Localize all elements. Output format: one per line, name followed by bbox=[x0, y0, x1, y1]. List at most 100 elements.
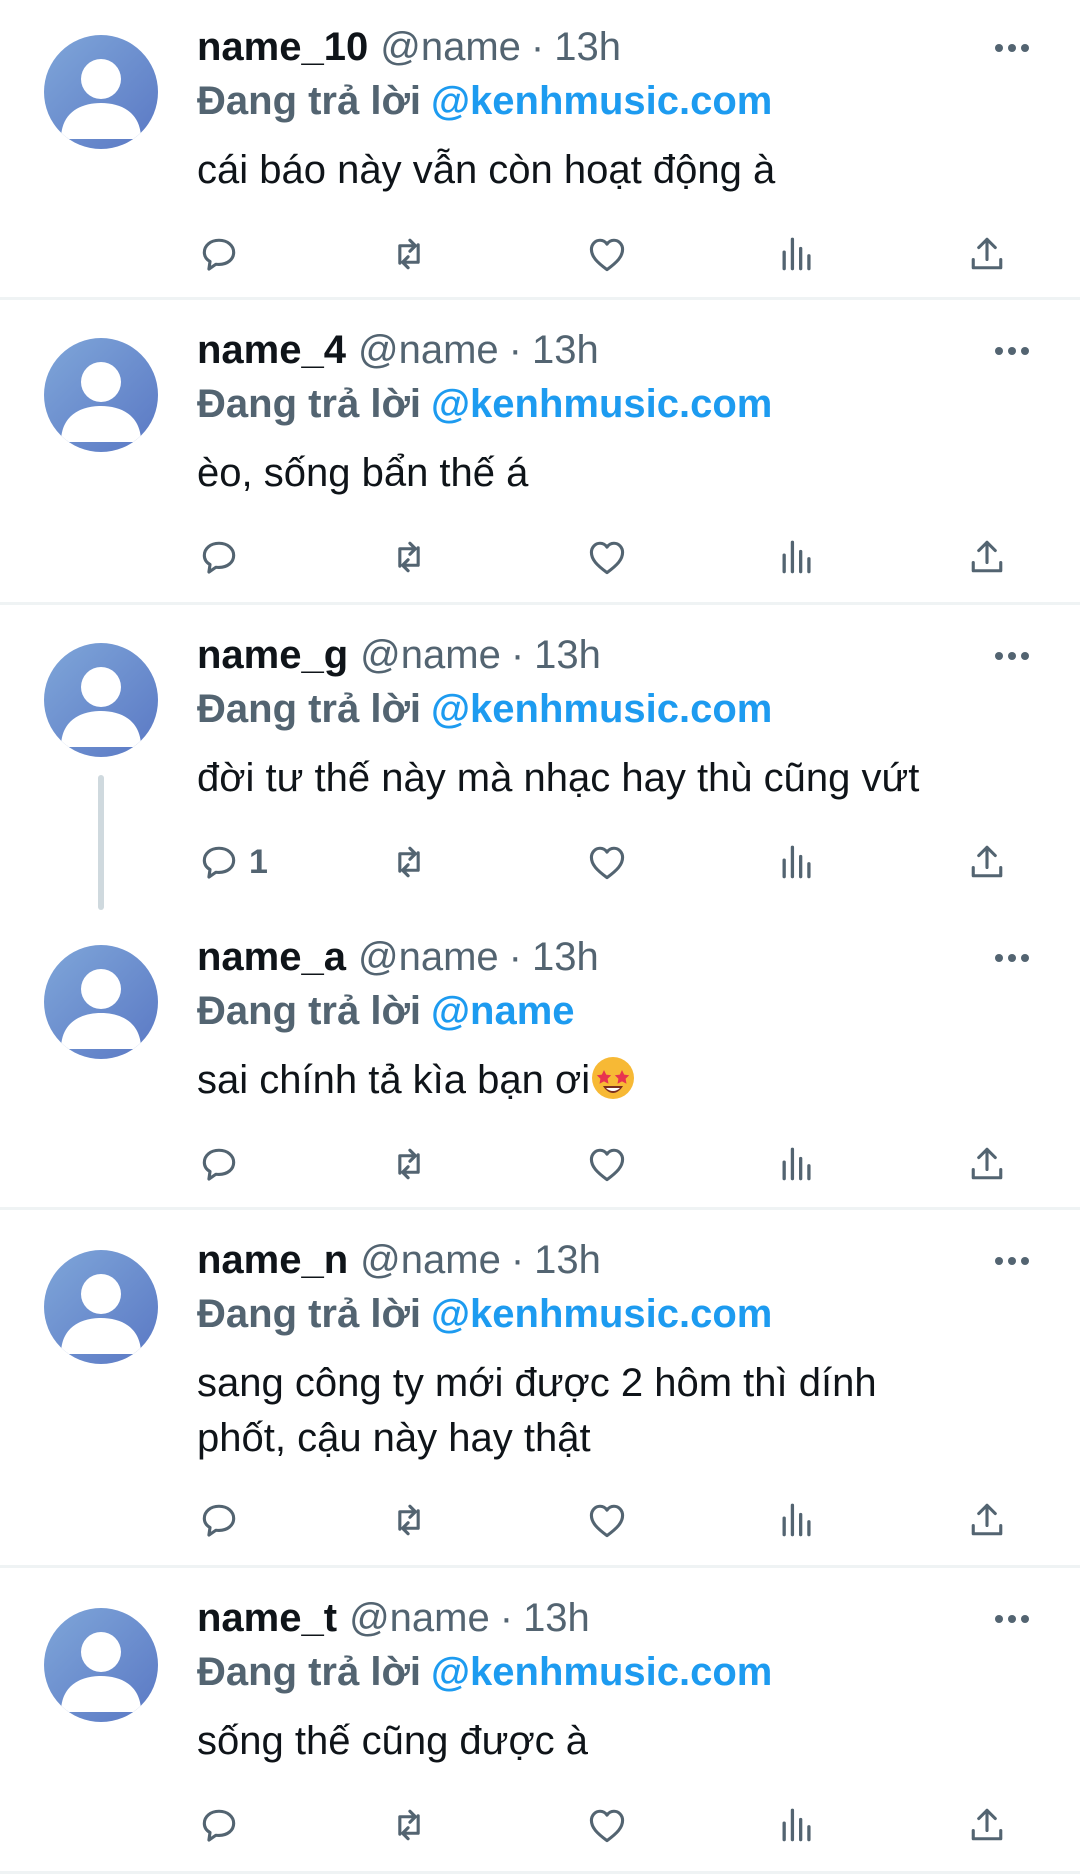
views-icon bbox=[782, 540, 811, 574]
share-icon bbox=[971, 540, 1003, 573]
tweet-header: name_10 @name · 13h bbox=[197, 22, 621, 72]
user-handle[interactable]: @name bbox=[360, 1235, 501, 1285]
views-button[interactable] bbox=[775, 1797, 819, 1853]
retweet-button[interactable] bbox=[387, 1492, 431, 1548]
tweet-3[interactable]: name_g @name · 13h Đang trả lời @kenhmusi… bbox=[0, 605, 1080, 910]
tweet-text: đời tư thế này mà nhạc hay thù cũng vứt bbox=[197, 756, 920, 800]
replying-to-handle[interactable]: @name bbox=[431, 989, 575, 1033]
user-handle[interactable]: @name bbox=[358, 932, 499, 982]
display-name[interactable]: name_a bbox=[197, 932, 346, 982]
like-button[interactable] bbox=[585, 1136, 629, 1192]
share-button[interactable] bbox=[965, 834, 1009, 890]
tweet-6[interactable]: name_t @name · 13h Đang trả lời @kenhmusi… bbox=[0, 1568, 1080, 1874]
share-button[interactable] bbox=[965, 529, 1009, 585]
more-options-button[interactable] bbox=[982, 331, 1042, 371]
timestamp[interactable]: 13h bbox=[554, 22, 621, 72]
retweet-button[interactable] bbox=[387, 529, 431, 585]
avatar[interactable] bbox=[44, 945, 158, 1059]
replying-to-handle[interactable]: @kenhmusic.com bbox=[431, 382, 772, 426]
more-options-button[interactable] bbox=[982, 1241, 1042, 1281]
reply-icon bbox=[202, 238, 236, 271]
tweet-2[interactable]: name_4 @name · 13h Đang trả lời @kenhmusi… bbox=[0, 300, 1080, 605]
retweet-button[interactable] bbox=[387, 1797, 431, 1853]
user-handle[interactable]: @name bbox=[360, 630, 501, 680]
like-button[interactable] bbox=[585, 1797, 629, 1853]
retweet-icon bbox=[398, 1504, 420, 1536]
more-options-button[interactable] bbox=[982, 636, 1042, 676]
timestamp[interactable]: 13h bbox=[532, 932, 599, 982]
share-button[interactable] bbox=[965, 226, 1009, 282]
views-button[interactable] bbox=[775, 834, 819, 890]
replying-label: Đang trả lời bbox=[197, 989, 422, 1033]
retweet-icon bbox=[398, 541, 420, 573]
tweet-4[interactable]: name_a @name · 13h Đang trả lời @name sai… bbox=[0, 910, 1080, 1210]
more-options-button[interactable] bbox=[982, 28, 1042, 68]
replying-to-handle[interactable]: @kenhmusic.com bbox=[431, 1650, 772, 1694]
views-icon bbox=[782, 1808, 811, 1842]
timestamp[interactable]: 13h bbox=[534, 630, 601, 680]
more-options-button[interactable] bbox=[982, 1599, 1042, 1639]
default-avatar-icon bbox=[44, 945, 158, 1059]
star-struck-emoji-icon bbox=[590, 1055, 636, 1101]
views-button[interactable] bbox=[775, 1136, 819, 1192]
more-options-icon bbox=[995, 347, 1029, 355]
display-name[interactable]: name_4 bbox=[197, 325, 346, 375]
replying-to-line: Đang trả lời @kenhmusic.com bbox=[197, 1289, 772, 1339]
reply-button[interactable]: 1 bbox=[197, 834, 268, 890]
views-button[interactable] bbox=[775, 1492, 819, 1548]
display-name[interactable]: name_n bbox=[197, 1235, 348, 1285]
more-options-button[interactable] bbox=[982, 938, 1042, 978]
replying-to-handle[interactable]: @kenhmusic.com bbox=[431, 1292, 772, 1336]
timestamp[interactable]: 13h bbox=[523, 1593, 590, 1643]
avatar[interactable] bbox=[44, 338, 158, 452]
avatar[interactable] bbox=[44, 35, 158, 149]
views-button[interactable] bbox=[775, 226, 819, 282]
like-button[interactable] bbox=[585, 529, 629, 585]
like-button[interactable] bbox=[585, 226, 629, 282]
avatar[interactable] bbox=[44, 643, 158, 757]
tweet-text: èo, sống bẩn thế á bbox=[197, 451, 529, 495]
user-handle[interactable]: @name bbox=[358, 325, 499, 375]
reply-button[interactable] bbox=[197, 1797, 249, 1853]
replying-to-handle[interactable]: @kenhmusic.com bbox=[431, 79, 772, 123]
tweet-header: name_n @name · 13h bbox=[197, 1235, 601, 1285]
reply-button[interactable] bbox=[197, 1492, 249, 1548]
display-name[interactable]: name_g bbox=[197, 630, 348, 680]
like-icon bbox=[589, 846, 625, 880]
tweet-text-line-1: sang công ty mới được 2 hôm thì dính bbox=[197, 1361, 877, 1405]
separator-dot: · bbox=[508, 328, 522, 372]
avatar[interactable] bbox=[44, 1608, 158, 1722]
share-button[interactable] bbox=[965, 1797, 1009, 1853]
display-name[interactable]: name_10 bbox=[197, 22, 368, 72]
retweet-icon bbox=[398, 1148, 420, 1180]
timestamp[interactable]: 13h bbox=[534, 1235, 601, 1285]
views-icon bbox=[782, 845, 811, 879]
retweet-icon bbox=[398, 846, 420, 878]
reply-button[interactable] bbox=[197, 529, 249, 585]
tweet-1[interactable]: name_10 @name · 13h Đang trả lời @kenhmus… bbox=[0, 0, 1080, 300]
reply-button[interactable] bbox=[197, 1136, 249, 1192]
like-icon bbox=[589, 1809, 625, 1843]
retweet-button[interactable] bbox=[387, 226, 431, 282]
like-button[interactable] bbox=[585, 834, 629, 890]
tweet-5[interactable]: name_n @name · 13h Đang trả lời @kenhmusi… bbox=[0, 1210, 1080, 1568]
replying-to-handle[interactable]: @kenhmusic.com bbox=[431, 687, 772, 731]
user-handle[interactable]: @name bbox=[349, 1593, 490, 1643]
default-avatar-icon bbox=[44, 338, 158, 452]
like-button[interactable] bbox=[585, 1492, 629, 1548]
avatar[interactable] bbox=[44, 1250, 158, 1364]
timestamp[interactable]: 13h bbox=[532, 325, 599, 375]
replying-label: Đang trả lời bbox=[197, 687, 422, 731]
user-handle[interactable]: @name bbox=[380, 22, 521, 72]
tweet-text: sang công ty mới được 2 hôm thì dính phố… bbox=[197, 1356, 1037, 1466]
display-name[interactable]: name_t bbox=[197, 1593, 337, 1643]
views-button[interactable] bbox=[775, 529, 819, 585]
retweet-button[interactable] bbox=[387, 1136, 431, 1192]
share-button[interactable] bbox=[965, 1136, 1009, 1192]
share-button[interactable] bbox=[965, 1492, 1009, 1548]
retweet-button[interactable] bbox=[387, 834, 431, 890]
action-bar bbox=[197, 1492, 1037, 1548]
reply-button[interactable] bbox=[197, 226, 249, 282]
replying-label: Đang trả lời bbox=[197, 382, 422, 426]
replying-label: Đang trả lời bbox=[197, 79, 422, 123]
